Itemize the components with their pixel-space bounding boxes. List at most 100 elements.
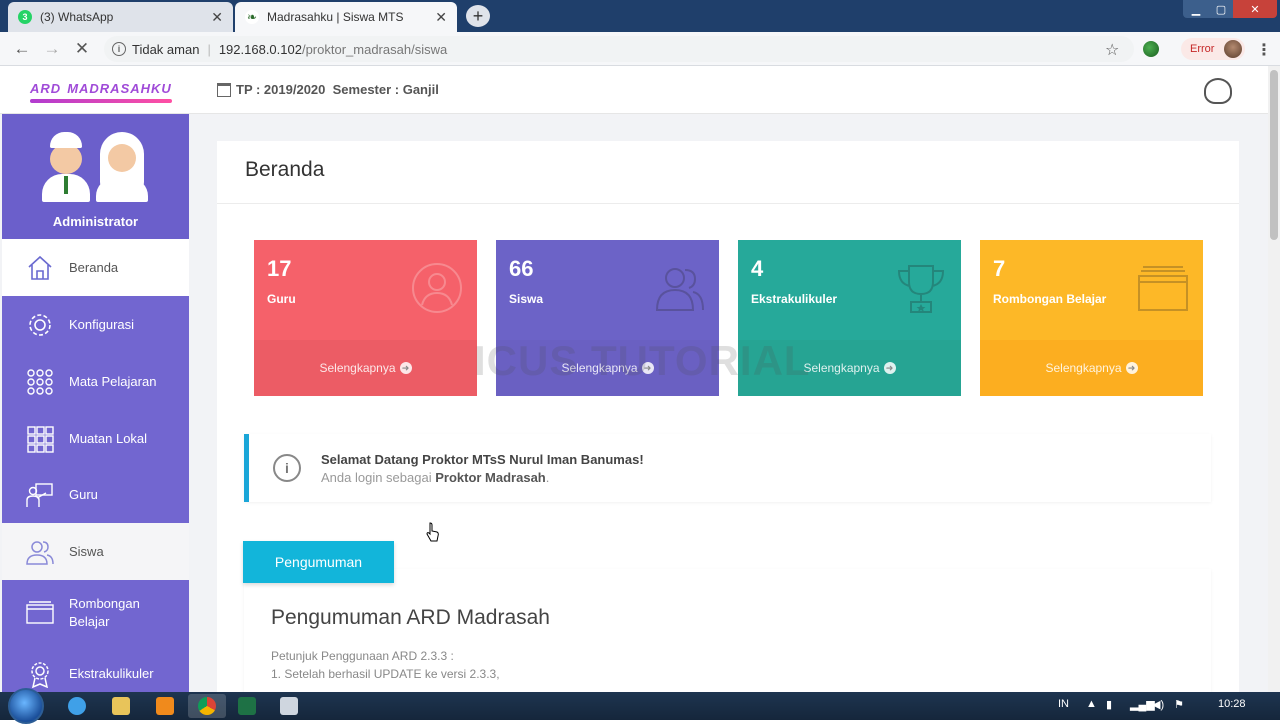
url-host: 192.168.0.102 xyxy=(218,41,302,57)
close-icon[interactable]: ✕ xyxy=(211,9,223,26)
tab-title: Madrasahku | Siswa MTS xyxy=(267,10,404,24)
url-path: /proktor_madrasah/siswa xyxy=(301,41,448,57)
arrow-right-icon: ➜ xyxy=(399,362,412,374)
browser-tab-bar: 3 (3) WhatsApp ✕ ❧ Madrasahku | Siswa MT… xyxy=(0,0,1280,32)
forward-arrow-icon[interactable]: → xyxy=(42,39,62,59)
profile-error-button[interactable]: Error xyxy=(1181,38,1245,60)
sidebar-item-siswa[interactable]: Siswa xyxy=(2,523,189,580)
minimize-button[interactable]: ▁ xyxy=(1183,0,1209,18)
explorer-app[interactable] xyxy=(102,694,140,718)
network-icon[interactable]: ▮ xyxy=(1106,698,1112,711)
maximize-button[interactable]: ▢ xyxy=(1209,0,1233,18)
address-toolbar: ← → ✕ i Tidak aman | 192.168.0.102/prokt… xyxy=(0,32,1280,66)
more-label: Selengkapnya xyxy=(319,361,396,375)
language-indicator[interactable]: IN xyxy=(1058,698,1069,710)
admin-avatar xyxy=(40,132,156,202)
whatsapp-icon: 3 xyxy=(18,10,32,24)
scrollbar-thumb[interactable] xyxy=(1270,70,1278,240)
sidebar-item-ekstrakulikuler[interactable]: Ekstrakulikuler xyxy=(2,645,189,692)
sidebar-item-label: Rombongan Belajar xyxy=(69,595,140,629)
url-separator: | xyxy=(207,41,211,57)
sidebar-item-guru[interactable]: Guru xyxy=(2,467,189,523)
page-title: Beranda xyxy=(245,158,325,181)
tab-whatsapp[interactable]: 3 (3) WhatsApp ✕ xyxy=(8,2,233,32)
info-icon: i xyxy=(273,454,301,482)
info-icon[interactable]: i xyxy=(112,42,126,56)
sidebar-item-konfigurasi[interactable]: Konfigurasi xyxy=(2,296,189,353)
stat-label: Ekstrakulikuler xyxy=(751,292,838,306)
more-link[interactable]: Selengkapnya ➜ xyxy=(254,340,477,396)
video-watermark: ICUS TUTORIAL xyxy=(474,337,811,384)
bookmark-star-icon[interactable]: ☆ xyxy=(1105,40,1119,60)
user-icon xyxy=(412,263,462,313)
profile-status: Error xyxy=(1190,43,1215,55)
arrow-right-icon: ➜ xyxy=(883,362,896,374)
medal-icon xyxy=(26,660,54,688)
sidebar-item-label: Siswa xyxy=(69,543,104,559)
teacher-icon xyxy=(26,481,54,509)
profile-avatar xyxy=(1224,40,1242,58)
sidebar-item-mata-pelajaran[interactable]: Mata Pelajaran xyxy=(2,353,189,410)
security-label: Tidak aman xyxy=(132,41,200,57)
stat-card-rombongan-belajar: 7 Rombongan Belajar Selengkapnya ➜ xyxy=(980,240,1203,396)
sidebar-item-label: Konfigurasi xyxy=(69,316,135,332)
folder-icon xyxy=(26,599,54,627)
more-link[interactable]: Selengkapnya ➜ xyxy=(980,340,1203,396)
folder-icon xyxy=(112,697,130,715)
semester-text: Semester : Ganjil xyxy=(332,82,439,97)
tab-madrasahku[interactable]: ❧ Madrasahku | Siswa MTS ✕ xyxy=(235,2,457,32)
login-role-text: Anda login sebagai Proktor Madrasah. xyxy=(321,470,550,485)
back-arrow-icon[interactable]: ← xyxy=(12,39,32,59)
web-page: ARD MADRASAHKU TP : 2019/2020 Semester :… xyxy=(0,66,1268,692)
sidebar: Administrator Beranda Konfigurasi Mata P… xyxy=(2,114,189,692)
stat-label: Rombongan Belajar xyxy=(993,292,1107,306)
sidebar-item-rombongan-belajar[interactable]: Rombongan Belajar xyxy=(2,580,189,645)
stat-value: 66 xyxy=(509,256,534,281)
sidebar-item-muatan-lokal[interactable]: Muatan Lokal xyxy=(2,410,189,467)
school-year-info: TP : 2019/2020 Semester : Ganjil xyxy=(217,82,439,97)
menu-kebab-icon[interactable]: ⋮ xyxy=(1256,40,1272,60)
chrome-icon xyxy=(198,697,216,715)
sidebar-item-beranda[interactable]: Beranda xyxy=(2,239,189,296)
page-scrollbar[interactable] xyxy=(1268,66,1280,692)
excel-icon xyxy=(238,697,256,715)
volume-icon[interactable]: ◀) xyxy=(1152,698,1164,711)
media-app[interactable] xyxy=(146,694,184,718)
announcement-tab[interactable]: Pengumuman xyxy=(243,541,394,583)
media-player-icon xyxy=(156,697,174,715)
excel-app[interactable] xyxy=(228,694,266,718)
start-button[interactable] xyxy=(8,688,44,724)
window-close-button[interactable]: ✕ xyxy=(1233,0,1277,18)
more-label: Selengkapnya xyxy=(1045,361,1122,375)
chrome-app[interactable] xyxy=(188,694,226,718)
school-crest-icon[interactable] xyxy=(1204,78,1232,104)
trophy-icon xyxy=(897,265,945,313)
flag-icon[interactable]: ⚑ xyxy=(1174,698,1184,711)
grid-icon xyxy=(26,425,54,453)
stat-label: Siswa xyxy=(509,292,544,306)
tp-text: TP : 2019/2020 xyxy=(236,82,326,97)
stop-loading-icon[interactable]: ✕ xyxy=(72,39,92,59)
logo-sub: MADRASAHKU xyxy=(67,81,172,96)
sidebar-item-label: Beranda xyxy=(69,259,119,275)
stat-label: Guru xyxy=(267,292,296,306)
ie-icon xyxy=(68,697,86,715)
welcome-callout: i Selamat Datang Proktor MTsS Nurul Iman… xyxy=(244,434,1211,502)
logo-main: ARD xyxy=(30,81,62,96)
divider xyxy=(217,203,1239,204)
tray-arrow-icon[interactable]: ▲ xyxy=(1086,698,1097,710)
folder-icon xyxy=(1138,266,1188,311)
url-bar[interactable]: i Tidak aman | 192.168.0.102/proktor_mad… xyxy=(104,36,1134,62)
app-box[interactable] xyxy=(270,694,308,718)
new-tab-button[interactable]: + xyxy=(466,5,490,27)
clock[interactable]: 10:28 xyxy=(1218,698,1246,710)
signal-icon[interactable]: ▂▄▆ xyxy=(1130,698,1155,711)
more-label: Selengkapnya xyxy=(803,361,880,375)
extension-icon[interactable] xyxy=(1143,41,1159,57)
close-icon[interactable]: ✕ xyxy=(435,9,447,26)
hand-cursor-icon xyxy=(426,522,439,542)
sidebar-item-label: Mata Pelajaran xyxy=(69,373,157,389)
app-logo[interactable]: ARD MADRASAHKU xyxy=(30,78,172,103)
stat-value: 17 xyxy=(267,256,292,281)
ie-app[interactable] xyxy=(58,694,96,718)
